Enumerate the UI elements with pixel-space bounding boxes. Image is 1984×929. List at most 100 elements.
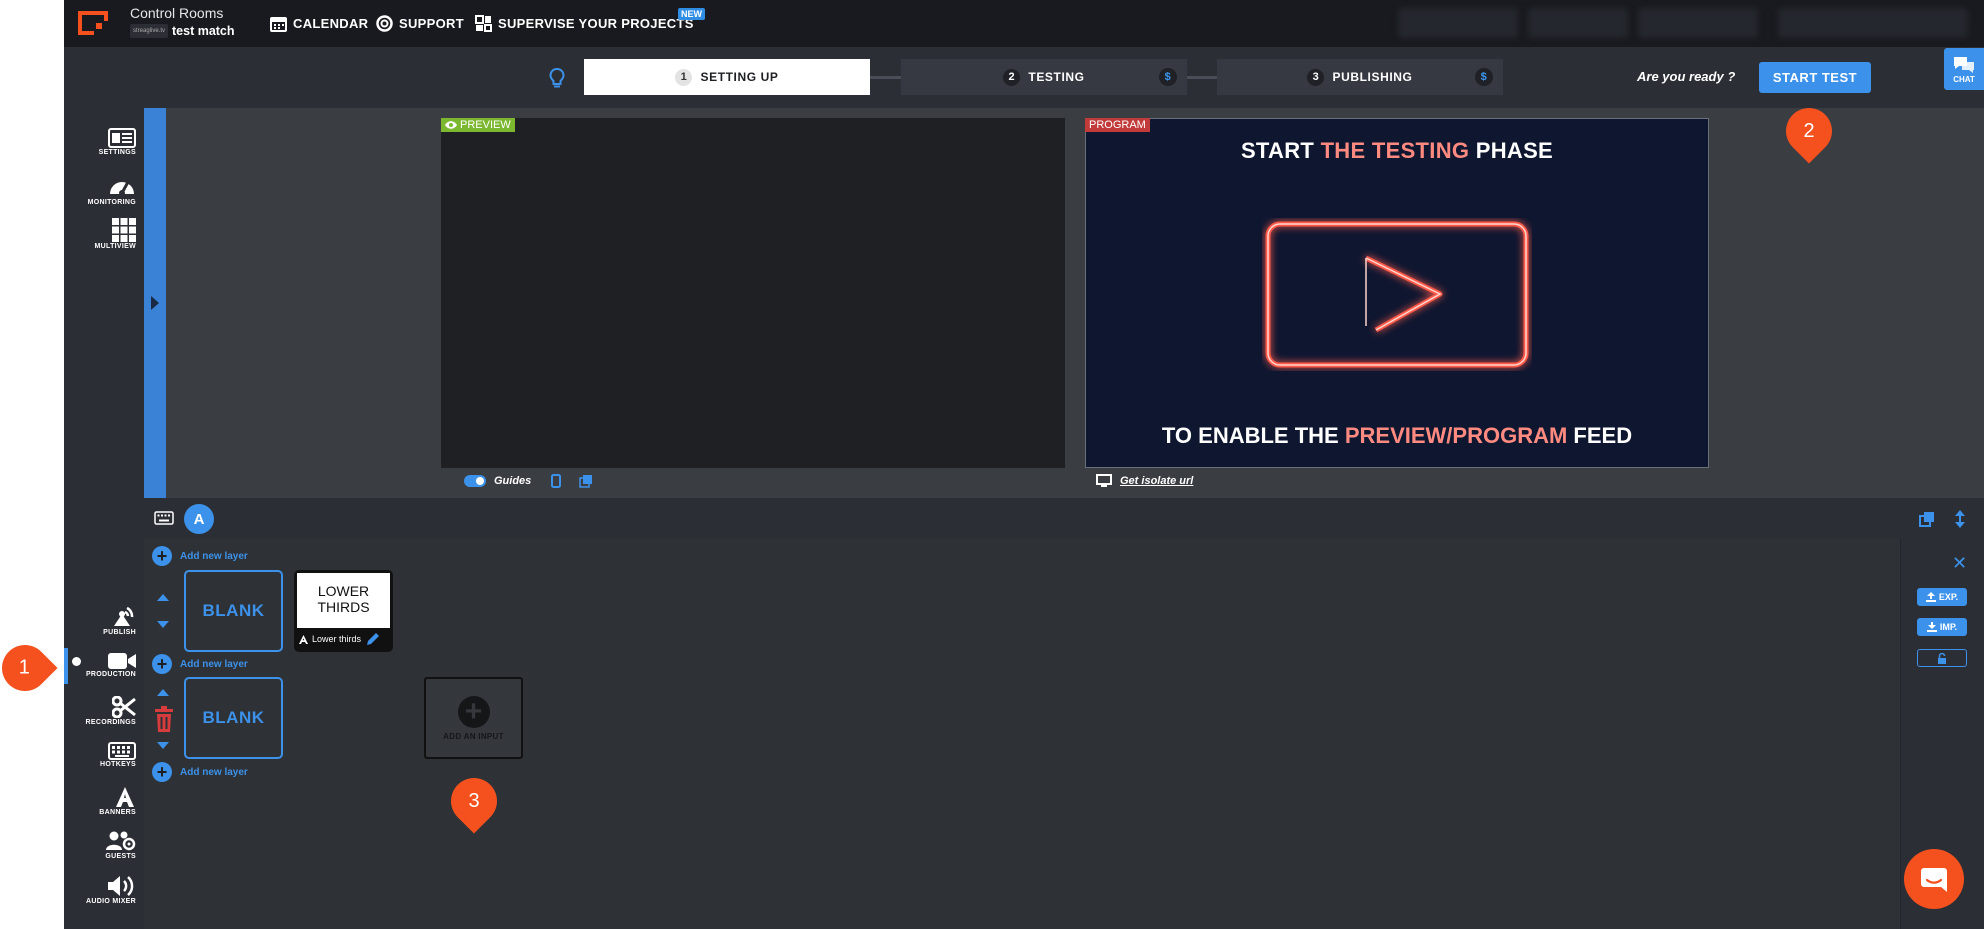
add-layer-label: Add new layer — [180, 766, 248, 778]
blurred-account-info — [1638, 8, 1758, 38]
add-input-tile[interactable]: + ADD AN INPUT — [424, 677, 523, 759]
program-subtitle-highlight: PREVIEW/PROGRAM — [1344, 423, 1568, 448]
add-layer-button[interactable]: + Add new layer — [152, 762, 248, 782]
step-number: 1 — [675, 68, 693, 86]
sidebar-item-hotkeys[interactable]: HOTKEYS — [64, 742, 144, 768]
sidebar-item-guests[interactable]: GUESTS — [64, 830, 144, 860]
sidebar-item-banners[interactable]: BANNERS — [64, 786, 144, 816]
plus-icon: + — [457, 695, 490, 728]
guides-toggle[interactable] — [464, 475, 486, 487]
sidebar-label: HOTKEYS — [100, 761, 136, 768]
upload-icon — [1925, 592, 1936, 602]
isolate-url-link[interactable]: Get isolate url — [1120, 475, 1193, 487]
blank-source-tile[interactable]: BLANK — [184, 570, 283, 652]
sidebar-label: MONITORING — [87, 199, 136, 206]
lifebuoy-icon — [376, 15, 393, 32]
dollar-icon: $ — [1159, 68, 1177, 86]
lower-thirds-name: Lower thirds — [312, 634, 362, 644]
chat-button[interactable]: CHAT — [1944, 48, 1984, 90]
sidebar-label: AUDIO MIXER — [86, 898, 136, 905]
step-connector — [870, 76, 901, 79]
top-bar: Control Rooms streaglive.tv test match C… — [64, 0, 1984, 47]
move-down-icon[interactable] — [157, 742, 169, 749]
trash-icon[interactable] — [154, 706, 174, 732]
section-title: Control Rooms — [130, 5, 224, 21]
lock-icon — [1938, 652, 1946, 664]
add-input-label: ADD AN INPUT — [443, 731, 504, 741]
export-button[interactable]: EXP. — [1917, 588, 1967, 606]
text-a-icon — [299, 634, 308, 644]
sidebar-item-recordings[interactable]: RECORDINGS — [64, 696, 144, 726]
blurred-account-info — [1528, 8, 1628, 38]
keyboard-icon[interactable] — [154, 511, 174, 525]
support-chat-launcher[interactable] — [1904, 849, 1964, 909]
import-button[interactable]: IMP. — [1917, 618, 1967, 636]
program-subtitle: TO ENABLE THE PREVIEW/PROGRAM FEED — [1085, 423, 1709, 449]
pencil-icon[interactable] — [366, 632, 380, 646]
marker-number: 1 — [19, 656, 31, 679]
sidebar-label: RECORDINGS — [85, 719, 136, 726]
sidebar-item-audio-mixer[interactable]: AUDIO MIXER — [64, 875, 144, 905]
export-label: EXP. — [1938, 592, 1959, 602]
guests-icon — [106, 831, 136, 851]
nav-support[interactable]: SUPPORT — [376, 15, 464, 32]
sidebar-item-monitoring[interactable]: MONITORING — [64, 174, 144, 206]
start-test-button[interactable]: START TEST — [1759, 62, 1871, 93]
sidebar-label: PUBLISH — [103, 629, 136, 636]
program-controls: Get isolate url — [1096, 474, 1193, 487]
nav-calendar[interactable]: CALENDAR — [270, 15, 368, 32]
duplicate-icon[interactable] — [1919, 511, 1935, 527]
scene-a-avatar[interactable]: A — [184, 504, 214, 534]
sidebar-label: GUESTS — [105, 853, 136, 860]
broadcast-icon — [114, 606, 134, 626]
sidebar-item-publish[interactable]: PUBLISH — [64, 604, 144, 636]
mobile-icon[interactable] — [551, 474, 562, 488]
program-subtitle-part: FEED — [1567, 423, 1633, 448]
close-icon[interactable]: ✕ — [1952, 553, 1967, 574]
sidebar-item-multiview[interactable]: MULTIVIEW — [64, 218, 144, 250]
blank-source-tile[interactable]: BLANK — [184, 677, 283, 759]
preview-label-text: PREVIEW — [460, 119, 511, 131]
move-up-icon[interactable] — [157, 594, 169, 601]
preview-monitor[interactable] — [441, 118, 1065, 468]
lock-button[interactable] — [1917, 649, 1967, 667]
settings-icon — [108, 128, 136, 148]
nav-supervise[interactable]: SUPERVISE YOUR PROJECTS — [475, 15, 694, 32]
sidebar-label: BANNERS — [99, 809, 136, 816]
nav-support-label: SUPPORT — [399, 16, 464, 31]
step-number: 3 — [1307, 68, 1325, 86]
marker-number: 3 — [468, 789, 480, 812]
layers-panel — [144, 538, 1900, 929]
lower-thirds-tile[interactable]: LOWER THIRDS Lower thirds — [294, 570, 393, 652]
project-logo: streaglive.tv — [130, 24, 168, 38]
dollar-icon: $ — [1475, 68, 1493, 86]
collapse-panel-toggle[interactable] — [144, 108, 166, 498]
add-layer-button[interactable]: + Add new layer — [152, 546, 248, 566]
program-subtitle-part: TO ENABLE THE — [1161, 423, 1345, 448]
program-label: PROGRAM — [1085, 118, 1150, 132]
move-down-icon[interactable] — [157, 621, 169, 628]
sidebar-item-settings[interactable]: SETTINGS — [64, 128, 144, 156]
program-title-part: START — [1240, 138, 1321, 163]
program-title-part: PHASE — [1469, 138, 1554, 163]
project-selector[interactable]: Control Rooms streaglive.tv test match — [130, 5, 235, 38]
chat-label: CHAT — [1953, 74, 1975, 84]
add-layer-button[interactable]: + Add new layer — [152, 654, 248, 674]
move-up-icon[interactable] — [157, 689, 169, 696]
speaker-icon — [108, 876, 134, 896]
download-icon — [1926, 622, 1937, 632]
lightbulb-icon[interactable] — [549, 67, 565, 89]
step-label: TESTING — [1028, 70, 1085, 84]
step-testing[interactable]: 2 TESTING $ — [901, 59, 1187, 95]
step-setting-up[interactable]: 1 SETTING UP — [584, 59, 870, 95]
calendar-icon — [270, 17, 287, 32]
sidebar-item-production[interactable]: PRODUCTION — [64, 652, 144, 678]
sidebar-label: PRODUCTION — [85, 671, 136, 678]
app-root: Control Rooms streaglive.tv test match C… — [0, 0, 1984, 929]
chat-icon — [1954, 56, 1974, 73]
resize-vertical-icon[interactable] — [1955, 510, 1965, 528]
copy-layers-icon[interactable] — [579, 474, 593, 488]
app-logo-icon[interactable] — [76, 9, 110, 37]
step-publishing[interactable]: 3 PUBLISHING $ — [1217, 59, 1503, 95]
chevron-right-icon — [151, 296, 159, 310]
